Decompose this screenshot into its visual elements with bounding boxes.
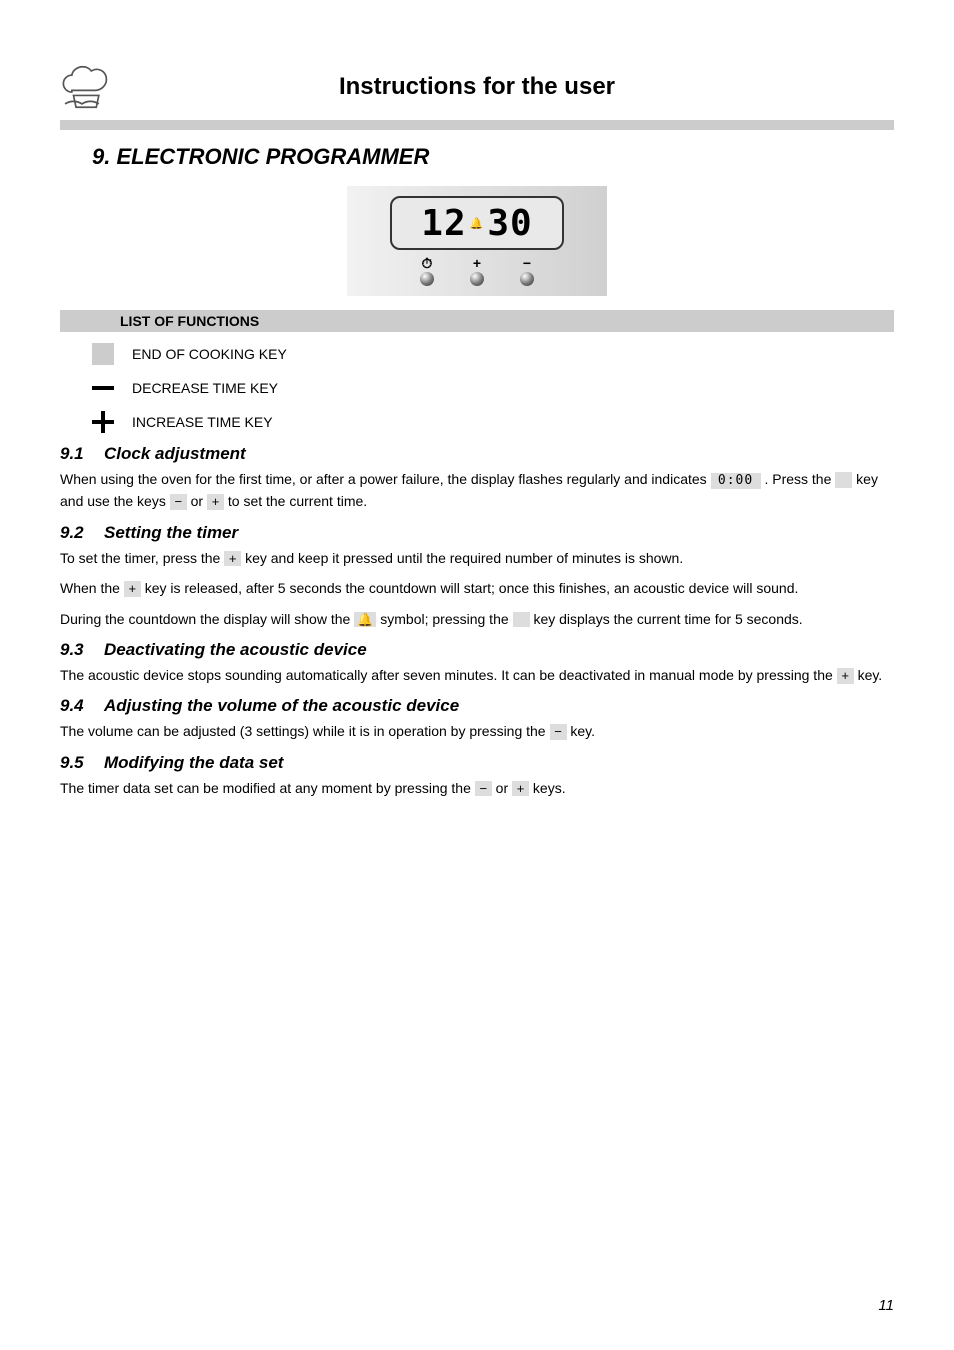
section-9-4-body: The volume can be adjusted (3 settings) … [60, 720, 894, 742]
clock-display: 12 🔔 30 [390, 196, 564, 250]
section-9-1-body: When using the oven for the first time, … [60, 468, 894, 513]
section-9-2-body-2: When the + key is released, after 5 seco… [60, 577, 894, 599]
blank-key-icon [513, 612, 530, 628]
button-dot [520, 272, 534, 286]
clock-hours: 12 [421, 203, 466, 244]
plus-key-inline: + [224, 551, 241, 567]
function-decrease-time: DECREASE TIME KEY [88, 376, 894, 400]
section-9-2-body-1: To set the timer, press the + key and ke… [60, 547, 894, 569]
section-title: Setting the timer [104, 523, 238, 542]
function-end-of-cooking: END OF COOKING KEY [88, 342, 894, 366]
timer-icon: ⏱ [422, 256, 433, 270]
end-cooking-key-icon [92, 343, 114, 365]
function-label: END OF COOKING KEY [132, 346, 287, 362]
bell-key-inline: 🔔 [354, 612, 376, 628]
button-dot [420, 272, 434, 286]
chapter-heading: 9. ELECTRONIC PROGRAMMER [92, 144, 894, 170]
plus-key-inline: + [512, 781, 529, 797]
section-title: Deactivating the acoustic device [104, 640, 367, 659]
section-9-2-heading: 9.2Setting the timer [60, 523, 894, 543]
section-9-5-body: The timer data set can be modified at an… [60, 777, 894, 799]
increase-button[interactable]: + [470, 256, 484, 286]
section-number: 9.1 [60, 444, 104, 464]
section-number: 9.4 [60, 696, 104, 716]
plus-icon: + [473, 256, 481, 270]
section-9-3-heading: 9.3Deactivating the acoustic device [60, 640, 894, 660]
section-9-3-body: The acoustic device stops sounding autom… [60, 664, 894, 686]
header-divider [60, 120, 894, 130]
minus-key-icon [92, 386, 114, 390]
clock-minutes: 30 [487, 203, 532, 244]
plus-key-inline: + [207, 494, 224, 510]
button-dot [470, 272, 484, 286]
timer-button[interactable]: ⏱ [420, 256, 434, 286]
section-title: Modifying the data set [104, 753, 283, 772]
bell-icon: 🔔 [470, 217, 485, 230]
programmer-panel: 12 🔔 30 ⏱ + − [347, 186, 607, 296]
page-number: 11 [878, 1297, 894, 1314]
plus-key-icon [92, 411, 114, 433]
section-9-1-heading: 9.1Clock adjustment [60, 444, 894, 464]
section-9-5-heading: 9.5Modifying the data set [60, 753, 894, 773]
section-9-2-body-3: During the countdown the display will sh… [60, 608, 894, 630]
section-title: Adjusting the volume of the acoustic dev… [104, 696, 459, 715]
chapter-title: ELECTRONIC PROGRAMMER [116, 144, 429, 169]
chef-hat-icon [60, 60, 114, 114]
minus-key-inline: − [170, 494, 187, 510]
blank-key-icon [835, 472, 852, 488]
section-title: Clock adjustment [104, 444, 246, 463]
functions-heading: LIST OF FUNCTIONS [60, 310, 894, 332]
function-increase-time: INCREASE TIME KEY [88, 410, 894, 434]
chapter-number: 9. [92, 144, 110, 169]
decrease-button[interactable]: − [520, 256, 534, 286]
plus-key-inline: + [837, 668, 854, 684]
function-label: INCREASE TIME KEY [132, 414, 273, 430]
minus-key-inline: − [550, 724, 567, 740]
page-header-title: Instructions for the user [132, 73, 822, 101]
section-number: 9.5 [60, 753, 104, 773]
minus-icon: − [523, 256, 531, 270]
plus-key-inline: + [124, 581, 141, 597]
section-number: 9.2 [60, 523, 104, 543]
function-label: DECREASE TIME KEY [132, 380, 278, 396]
section-number: 9.3 [60, 640, 104, 660]
minus-key-inline: − [475, 781, 492, 797]
section-9-4-heading: 9.4Adjusting the volume of the acoustic … [60, 696, 894, 716]
display-value-key: 0:00 [711, 473, 761, 489]
